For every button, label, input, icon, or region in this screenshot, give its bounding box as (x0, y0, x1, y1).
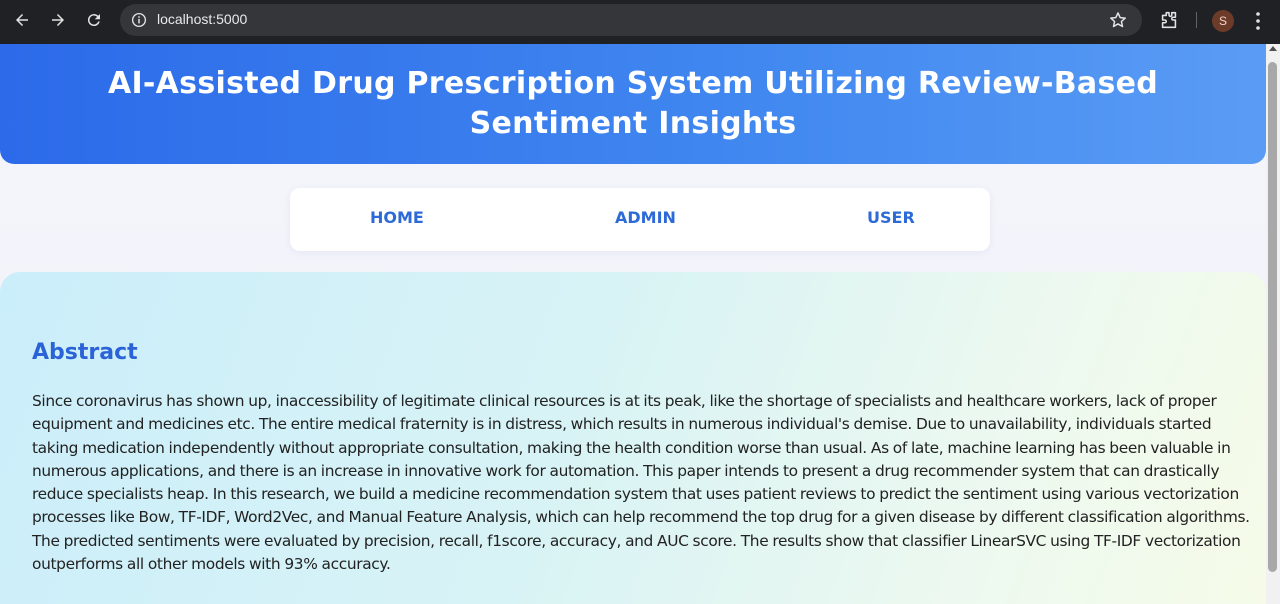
arrow-right-icon (52, 14, 64, 26)
kebab-menu-icon[interactable] (1248, 10, 1268, 32)
page-scrollbar[interactable] (1266, 44, 1280, 604)
toolbar-divider (1196, 12, 1197, 28)
nav-link-admin[interactable]: ADMIN (615, 208, 676, 227)
arrow-left-icon (16, 14, 28, 26)
url-text[interactable]: localhost:5000 (157, 11, 247, 27)
nav-link-user[interactable]: USER (867, 208, 915, 227)
page-viewport: AI-Assisted Drug Prescription System Uti… (0, 44, 1266, 604)
back-button[interactable] (10, 8, 34, 32)
star-icon[interactable] (1108, 10, 1128, 30)
reload-button[interactable] (82, 8, 106, 32)
page-header: AI-Assisted Drug Prescription System Uti… (0, 44, 1266, 164)
forward-button[interactable] (46, 8, 70, 32)
abstract-section: Abstract Since coronavirus has shown up,… (0, 272, 1266, 604)
scroll-up-arrow-icon[interactable] (1269, 46, 1277, 51)
profile-avatar[interactable]: S (1212, 10, 1234, 32)
reload-icon (87, 14, 100, 27)
address-bar[interactable]: localhost:5000 (120, 4, 1142, 36)
abstract-text: Since coronavirus has shown up, inaccess… (32, 392, 1250, 574)
page-title: AI-Assisted Drug Prescription System Uti… (107, 66, 1159, 141)
nav-link-home[interactable]: HOME (370, 208, 424, 227)
browser-toolbar: localhost:5000 S (0, 0, 1280, 44)
info-icon[interactable] (130, 11, 148, 29)
main-nav: HOME ADMIN USER (290, 188, 990, 251)
puzzle-icon[interactable] (1158, 9, 1180, 31)
scrollbar-thumb[interactable] (1268, 62, 1277, 572)
abstract-heading: Abstract (32, 340, 138, 365)
